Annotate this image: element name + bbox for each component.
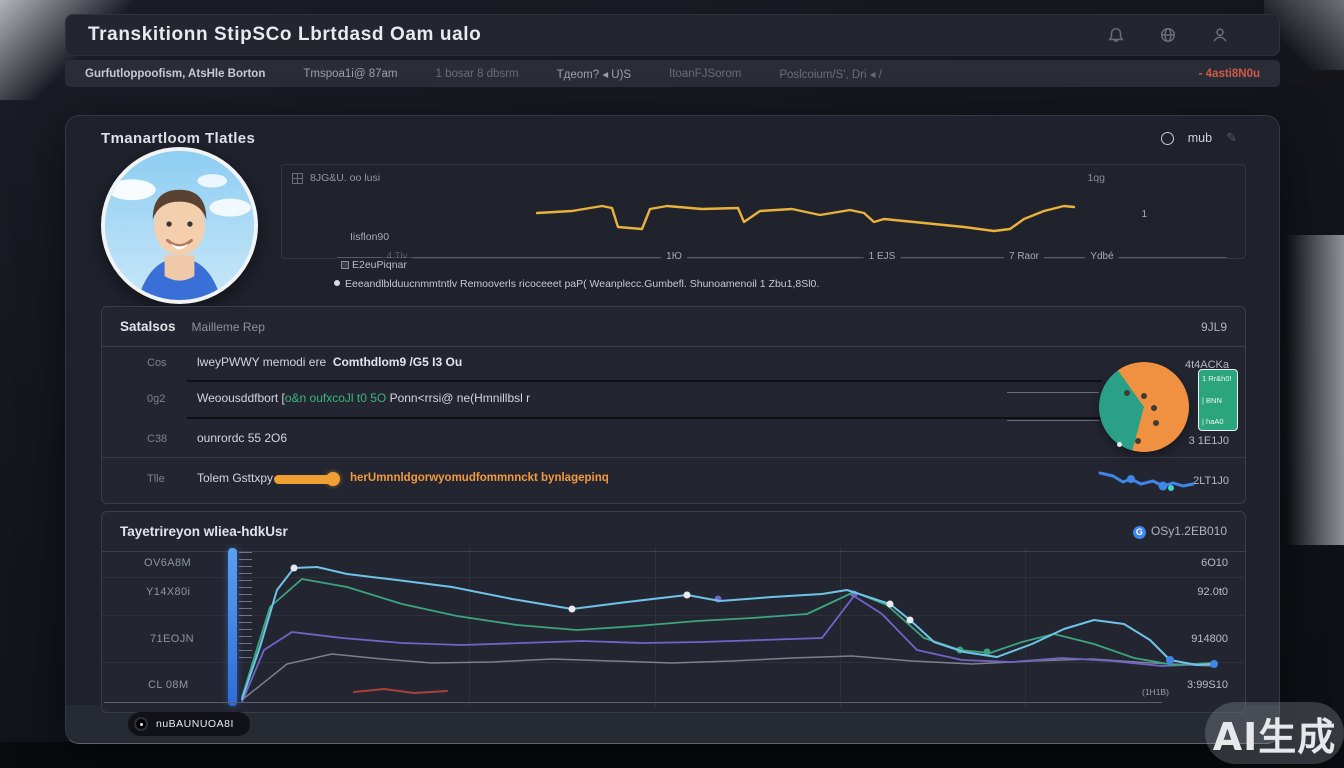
pie-data-dot-light	[1117, 442, 1122, 447]
stats-card-value: 9JL9	[1201, 320, 1227, 334]
bg-gradient-shape-right	[1286, 235, 1344, 545]
user-avatar-photo[interactable]	[101, 147, 258, 304]
scrubber-tick-marks	[239, 552, 252, 664]
row-text-3: Tolem Gsttxpy	[197, 471, 273, 485]
axis-tick-2: 7 Raor	[1004, 251, 1044, 262]
nav-item-5[interactable]: Poslcoium/S', Dri ◂ /	[779, 67, 882, 81]
legend-item-0: 1 Rr&h0!	[1202, 374, 1234, 383]
row-key-0: Cos	[147, 357, 167, 369]
bottom-axis-line	[104, 702, 1162, 703]
bg-bottom-strip	[0, 742, 1344, 768]
row-text-0: lweyPWWY memodi ere Comthdlom9 /G5 I3 Ou	[197, 355, 462, 369]
orange-progress-pill	[274, 475, 332, 484]
orange-tag-label: herUmnnldgorwyomudfommnnckt bynlagepinq	[350, 472, 609, 484]
blue-g-icon: G	[1133, 526, 1146, 539]
axis-tick-0: 1Ю	[661, 251, 687, 262]
timeseries-card-title: Tayetrireyon wliea-hdkUsr	[120, 524, 288, 539]
footer-status-badge[interactable]: nuBAUNUOA8I	[128, 712, 250, 736]
stats-card-header: Satalsos Mailleme Rep 9JL9	[102, 307, 1245, 347]
nav-item-1[interactable]: Tmspoa1i@ 87am	[303, 68, 397, 80]
row-key-2: C38	[147, 433, 167, 445]
pie-data-dot	[1141, 393, 1147, 399]
header-icons	[1107, 26, 1229, 44]
legend-item-2: | haA0	[1202, 417, 1234, 426]
pie-data-dot	[1124, 390, 1130, 396]
user-icon[interactable]	[1211, 26, 1229, 44]
panel-controls: mub ✎	[1161, 130, 1237, 146]
pie-leader-line-2	[1007, 420, 1099, 421]
legend-chip-icon	[341, 261, 349, 269]
row-value-2: 3 1E1J0	[1189, 435, 1229, 447]
pie-legend-box: 1 Rr&h0! | BNN | haA0	[1198, 369, 1238, 431]
edit-pen-icon[interactable]: ✎	[1226, 130, 1237, 146]
highlighted-green-text: o&n oufxcoJl t0 5O	[285, 391, 386, 405]
trend-sparkline	[1097, 465, 1209, 499]
footer-badge-label: nuBAUNUOA8I	[156, 718, 234, 730]
top-trend-chart: 8JG&U. oo lusi 1qg Iisflon90 4 Tiv 1Ю 1 …	[281, 164, 1246, 259]
heavy-rule-bottom	[187, 417, 1102, 419]
nav-alert-badge: - 4asti8N0u	[1199, 68, 1260, 80]
axis-sub-label: (1H1B)	[1142, 688, 1169, 697]
pie-data-dot	[1153, 420, 1159, 426]
app-header: Transkitionn StipSCo Lbrtdasd Oam ualo	[65, 14, 1280, 56]
axis-tick-3: Ydbé	[1085, 251, 1118, 262]
panel-title: Tmanartloom Tlatles	[101, 130, 255, 147]
nav-item-0[interactable]: Gurfutloppoofism, AtsHle Borton	[85, 68, 265, 80]
legend-item-1: | BNN	[1202, 396, 1234, 405]
pie-data-dot	[1151, 405, 1157, 411]
row-key-3: Tlle	[147, 473, 165, 485]
row-text-2: ounrordc 55 2O6	[197, 431, 287, 445]
multi-series-line-chart	[110, 547, 1240, 712]
main-panel: Tmanartloom Tlatles mub ✎	[65, 115, 1280, 744]
stats-card: Satalsos Mailleme Rep 9JL9 Cos lweyPWWY …	[101, 306, 1246, 504]
stats-card-title: Satalsos	[120, 319, 176, 334]
globe-icon[interactable]	[1159, 26, 1177, 44]
chart-scrubber-bar[interactable]	[228, 548, 237, 706]
pie-chart	[1099, 362, 1189, 452]
screen: Transkitionn StipSCo Lbrtdasd Oam ualo G…	[0, 0, 1344, 768]
top-chart-side-label-2: E2euPiqnar	[337, 258, 411, 272]
bullet-dot-icon	[334, 280, 340, 286]
orange-pill-dot	[326, 472, 340, 486]
timeseries-card-header: Tayetrireyon wliea-hdkUsr GOSy1.2EB010	[102, 512, 1245, 552]
nav-item-2[interactable]: 1 bosar 8 dbsrm	[436, 68, 519, 80]
bell-icon[interactable]	[1107, 26, 1125, 44]
pie-data-dot	[1135, 438, 1141, 444]
record-dot-icon	[134, 717, 148, 731]
top-trend-line	[282, 165, 1247, 260]
timeseries-card-value: GOSy1.2EB010	[1133, 524, 1227, 539]
row-divider	[102, 457, 1245, 458]
heavy-rule-top	[187, 380, 1102, 382]
ai-watermark: AI生成	[1205, 702, 1344, 764]
panel-toggle-label[interactable]: mub	[1188, 131, 1212, 145]
nav-item-3[interactable]: Tдeom? ◂ U)S	[557, 67, 631, 81]
timeseries-card: Tayetrireyon wliea-hdkUsr GOSy1.2EB010 O…	[101, 511, 1246, 713]
axis-tick-1: 1 EJS	[864, 251, 901, 262]
watermark-text: AI生成	[1213, 706, 1337, 761]
axis-end-tick: 1	[1141, 209, 1147, 220]
nav-bar: Gurfutloppoofism, AtsHle Borton Tmspoa1i…	[65, 60, 1280, 87]
stats-card-subtitle: Mailleme Rep	[192, 320, 265, 334]
avatar-illustration	[105, 151, 254, 300]
summary-note: Eeeandlblduucnmmtntlv Remooverls ricocee…	[334, 278, 1164, 290]
top-chart-side-label-1: Iisflon90	[350, 231, 389, 243]
row-key-1: 0g2	[147, 393, 165, 405]
pie-leader-line-1	[1007, 392, 1099, 393]
radio-circle-icon[interactable]	[1161, 132, 1174, 145]
row-text-1: Weoousddfbort [o&n oufxcoJl t0 5O Ponn<r…	[197, 391, 530, 405]
app-title: Transkitionn StipSCo Lbrtdasd Oam ualo	[88, 24, 481, 46]
nav-item-4[interactable]: ItoanFJSorom	[669, 68, 741, 80]
